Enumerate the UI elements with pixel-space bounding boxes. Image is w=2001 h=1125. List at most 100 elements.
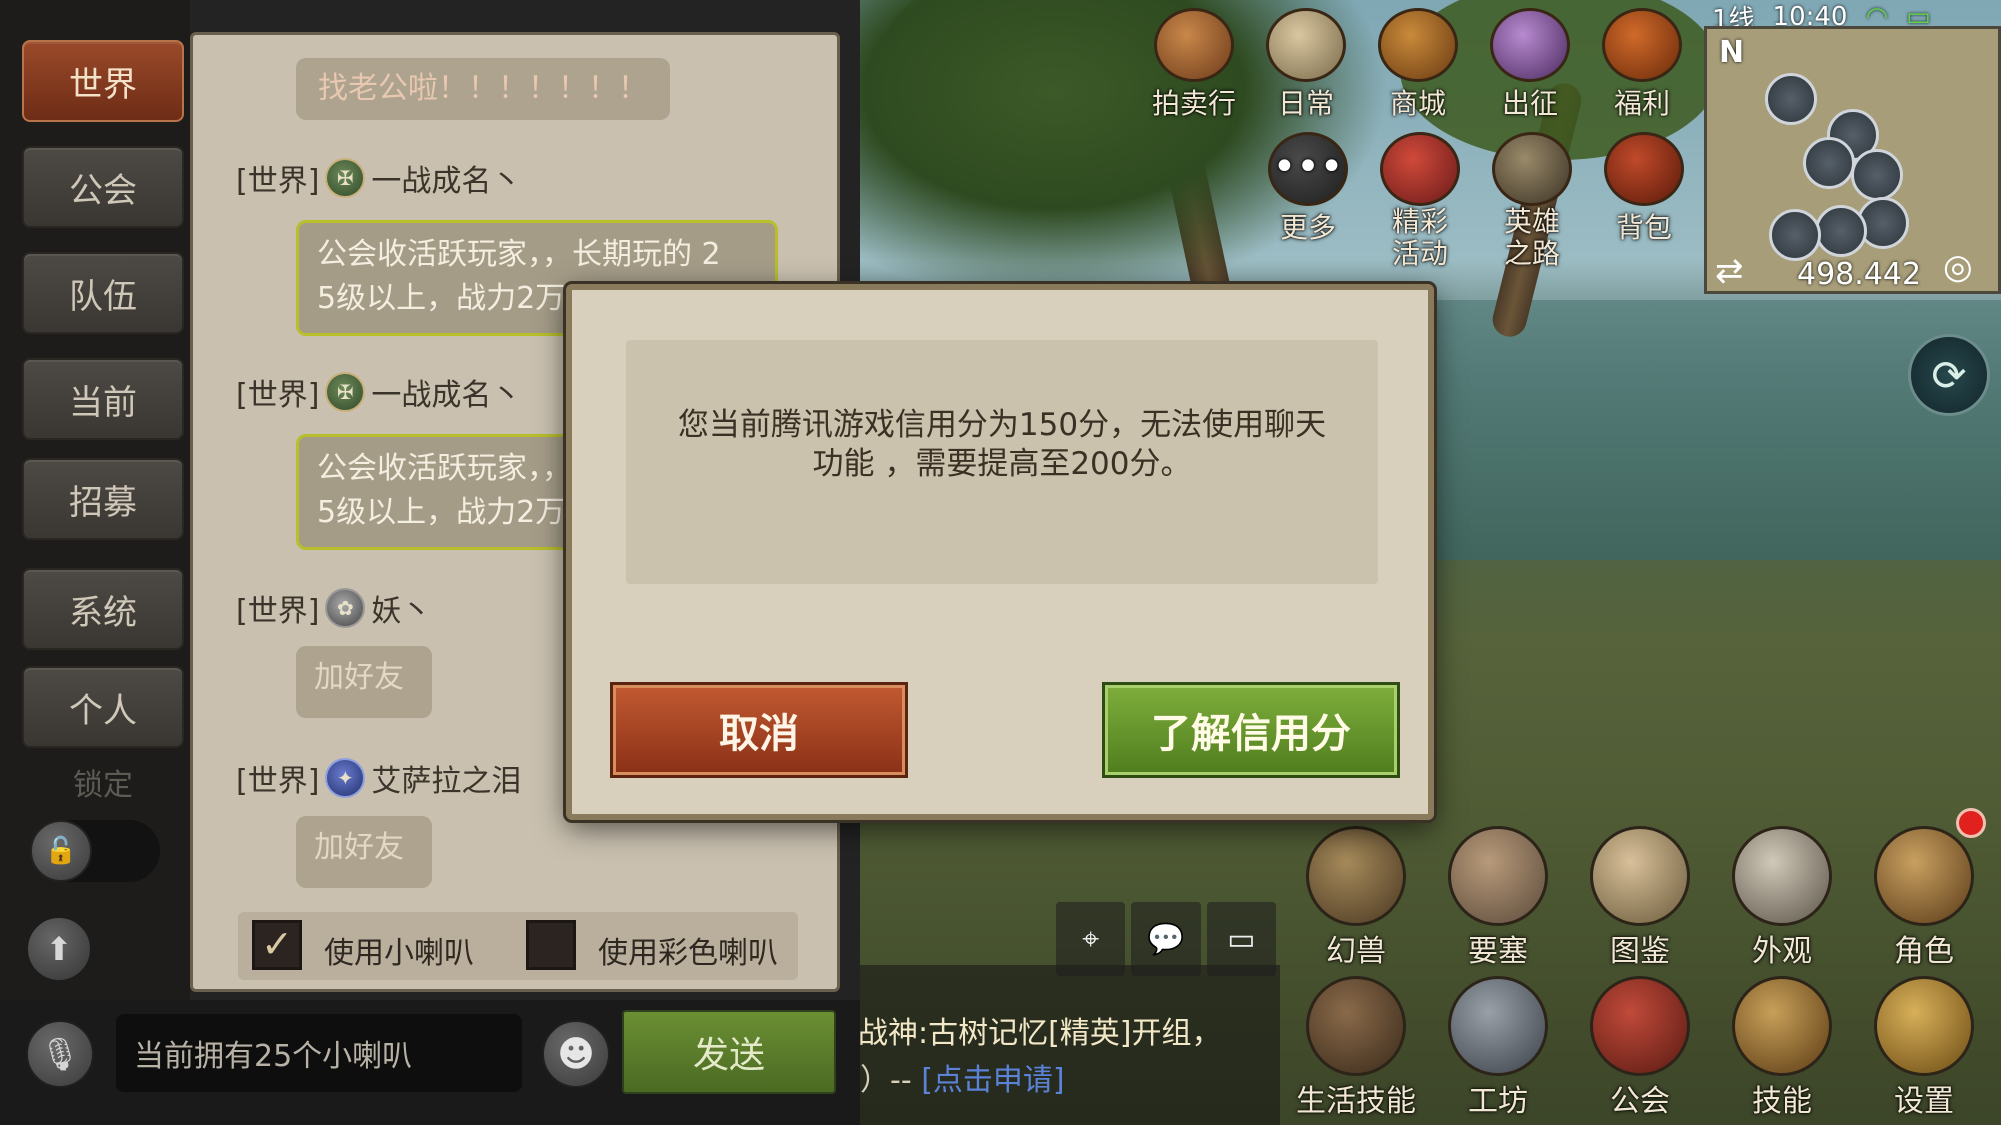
microphone-icon: 🎙 — [39, 1035, 81, 1073]
location-button[interactable]: ⌖ — [1056, 902, 1126, 976]
map-coordinates: 498.442 — [1797, 257, 1922, 292]
menu-label: 要塞 — [1468, 934, 1528, 969]
chat-input[interactable]: 当前拥有25个小喇叭 — [116, 1014, 522, 1092]
menu-label: 背包 — [1615, 211, 1672, 244]
menu-label: 日常 — [1277, 87, 1334, 120]
player-emblem-icon: ✠ — [325, 158, 366, 198]
emoji-button[interactable]: ☻ — [542, 1020, 610, 1088]
more-button[interactable]: ••• 更多 — [1258, 132, 1358, 246]
microphone-button[interactable]: 🎙 — [26, 1020, 94, 1088]
camera-icon[interactable]: ◎ — [1943, 247, 1973, 287]
daily-icon — [1266, 8, 1346, 82]
map-marker — [1851, 149, 1903, 201]
channel-tag: [世界] — [236, 378, 320, 413]
auction-button[interactable]: 拍卖行 — [1144, 8, 1244, 122]
beast-button[interactable]: 幻兽 — [1296, 826, 1416, 970]
screen-button[interactable]: ▭ — [1206, 902, 1276, 976]
player-name[interactable]: 艾萨拉之泪 — [371, 756, 521, 800]
apply-link[interactable]: [点击申请] — [921, 1063, 1064, 1098]
skill-button[interactable]: 技能 — [1722, 976, 1842, 1120]
channel-tag: [世界] — [236, 164, 320, 199]
life-skill-icon — [1306, 976, 1406, 1076]
scroll-up-button[interactable]: ⬆ — [26, 916, 92, 982]
hero-road-icon — [1492, 132, 1572, 206]
compass-north: N — [1719, 35, 1745, 70]
menu-label: 更多 — [1279, 211, 1336, 244]
shop-button[interactable]: 商城 — [1368, 8, 1468, 122]
map-marker — [1815, 205, 1867, 257]
bag-icon — [1604, 132, 1684, 206]
menu-label: 公会 — [1610, 1084, 1670, 1119]
codex-icon — [1590, 826, 1690, 926]
character-button[interactable]: 角色 — [1864, 826, 1984, 970]
minimap[interactable]: N ⇄ 498.442 ◎ — [1704, 26, 2001, 294]
small-horn-checkbox[interactable]: ✓ — [252, 920, 302, 970]
menu-label: 工坊 — [1468, 1084, 1528, 1119]
settings-button[interactable]: 设置 — [1864, 976, 1984, 1120]
menu-label: 活动 — [1391, 237, 1448, 270]
color-horn-checkbox[interactable] — [526, 920, 576, 970]
tab-system[interactable]: 系统 — [22, 568, 184, 650]
event-button[interactable]: 精彩 活动 — [1370, 132, 1470, 270]
expedition-button[interactable]: 出征 — [1480, 8, 1580, 122]
guild-icon — [1590, 976, 1690, 1076]
credit-score-dialog: 您当前腾讯游戏信用分为150分，无法使用聊天功能 ，需要提高至200分。 取消 … — [566, 284, 1434, 820]
tab-recruit[interactable]: 招募 — [22, 458, 184, 540]
chat-bubble-icon: 💬 — [1147, 921, 1185, 957]
settings-icon — [1874, 976, 1974, 1076]
more-icon: ••• — [1268, 132, 1348, 206]
add-friend-button[interactable]: 加好友 — [296, 646, 432, 718]
channel-tag: [世界] — [236, 594, 320, 629]
send-button[interactable]: 发送 — [622, 1010, 836, 1094]
chat-message-header: [世界] ✦ 艾萨拉之泪 — [236, 756, 521, 800]
refresh-icon: ⟳ — [1931, 350, 1967, 400]
world-chat-text: ）-- — [860, 1063, 912, 1098]
menu-label: 设置 — [1894, 1084, 1954, 1119]
player-name[interactable]: 妖丶 — [371, 586, 431, 630]
add-friend-button[interactable]: 加好友 — [296, 816, 432, 888]
tab-guild[interactable]: 公会 — [22, 146, 184, 228]
menu-label: 技能 — [1752, 1084, 1812, 1119]
menu-label: 精彩 — [1391, 205, 1448, 238]
tab-current[interactable]: 当前 — [22, 358, 184, 440]
notification-dot — [1956, 808, 1986, 838]
beast-icon — [1306, 826, 1406, 926]
fortress-button[interactable]: 要塞 — [1438, 826, 1558, 970]
map-marker — [1769, 209, 1821, 261]
life-skill-button[interactable]: 生活技能 — [1296, 976, 1416, 1120]
swap-map-icon[interactable]: ⇄ — [1715, 251, 1744, 291]
daily-button[interactable]: 日常 — [1256, 8, 1356, 122]
lock-toggle[interactable]: 🔓 — [30, 820, 160, 882]
color-horn-label: 使用彩色喇叭 — [598, 936, 778, 971]
chat-message-header: [世界] ✠ 一战成名丶 — [236, 370, 521, 414]
map-marker — [1803, 137, 1855, 189]
monitor-icon: ▭ — [1227, 921, 1256, 957]
unlock-icon: 🔓 — [30, 820, 92, 882]
world-chat-line: 战神:古树记忆[精英]开组， — [858, 1016, 1222, 1051]
chat-button[interactable]: 💬 — [1131, 902, 1201, 976]
tab-team[interactable]: 队伍 — [22, 252, 184, 334]
shop-icon — [1378, 8, 1458, 82]
arrow-up-icon: ⬆ — [45, 930, 73, 968]
chat-text-line: 公会收活跃玩家，，长期玩的 2 — [317, 237, 721, 272]
cancel-button[interactable]: 取消 — [610, 682, 908, 778]
game-screen: 世界 公会 队伍 当前 招募 系统 个人 锁定 🔓 ⬆ 找老公啦！！！！！！！ … — [0, 0, 2001, 1125]
learn-credit-button[interactable]: 了解信用分 — [1102, 682, 1400, 778]
player-name[interactable]: 一战成名丶 — [371, 156, 521, 200]
bag-button[interactable]: 背包 — [1594, 132, 1694, 246]
dialog-message: 您当前腾讯游戏信用分为150分，无法使用聊天功能 ，需要提高至200分。 — [677, 407, 1327, 482]
guild-button[interactable]: 公会 — [1580, 976, 1700, 1120]
tab-personal[interactable]: 个人 — [22, 666, 184, 748]
welfare-button[interactable]: 福利 — [1592, 8, 1692, 122]
menu-label: 外观 — [1752, 934, 1812, 969]
menu-label: 生活技能 — [1296, 1084, 1416, 1119]
player-name[interactable]: 一战成名丶 — [371, 370, 521, 414]
refresh-button[interactable]: ⟳ — [1908, 334, 1990, 416]
menu-label: 出征 — [1501, 87, 1558, 120]
small-horn-label: 使用小喇叭 — [324, 936, 474, 971]
codex-button[interactable]: 图鉴 — [1580, 826, 1700, 970]
hero-road-button[interactable]: 英雄 之路 — [1482, 132, 1582, 270]
tab-world[interactable]: 世界 — [22, 40, 184, 122]
appearance-button[interactable]: 外观 — [1722, 826, 1842, 970]
workshop-button[interactable]: 工坊 — [1438, 976, 1558, 1120]
